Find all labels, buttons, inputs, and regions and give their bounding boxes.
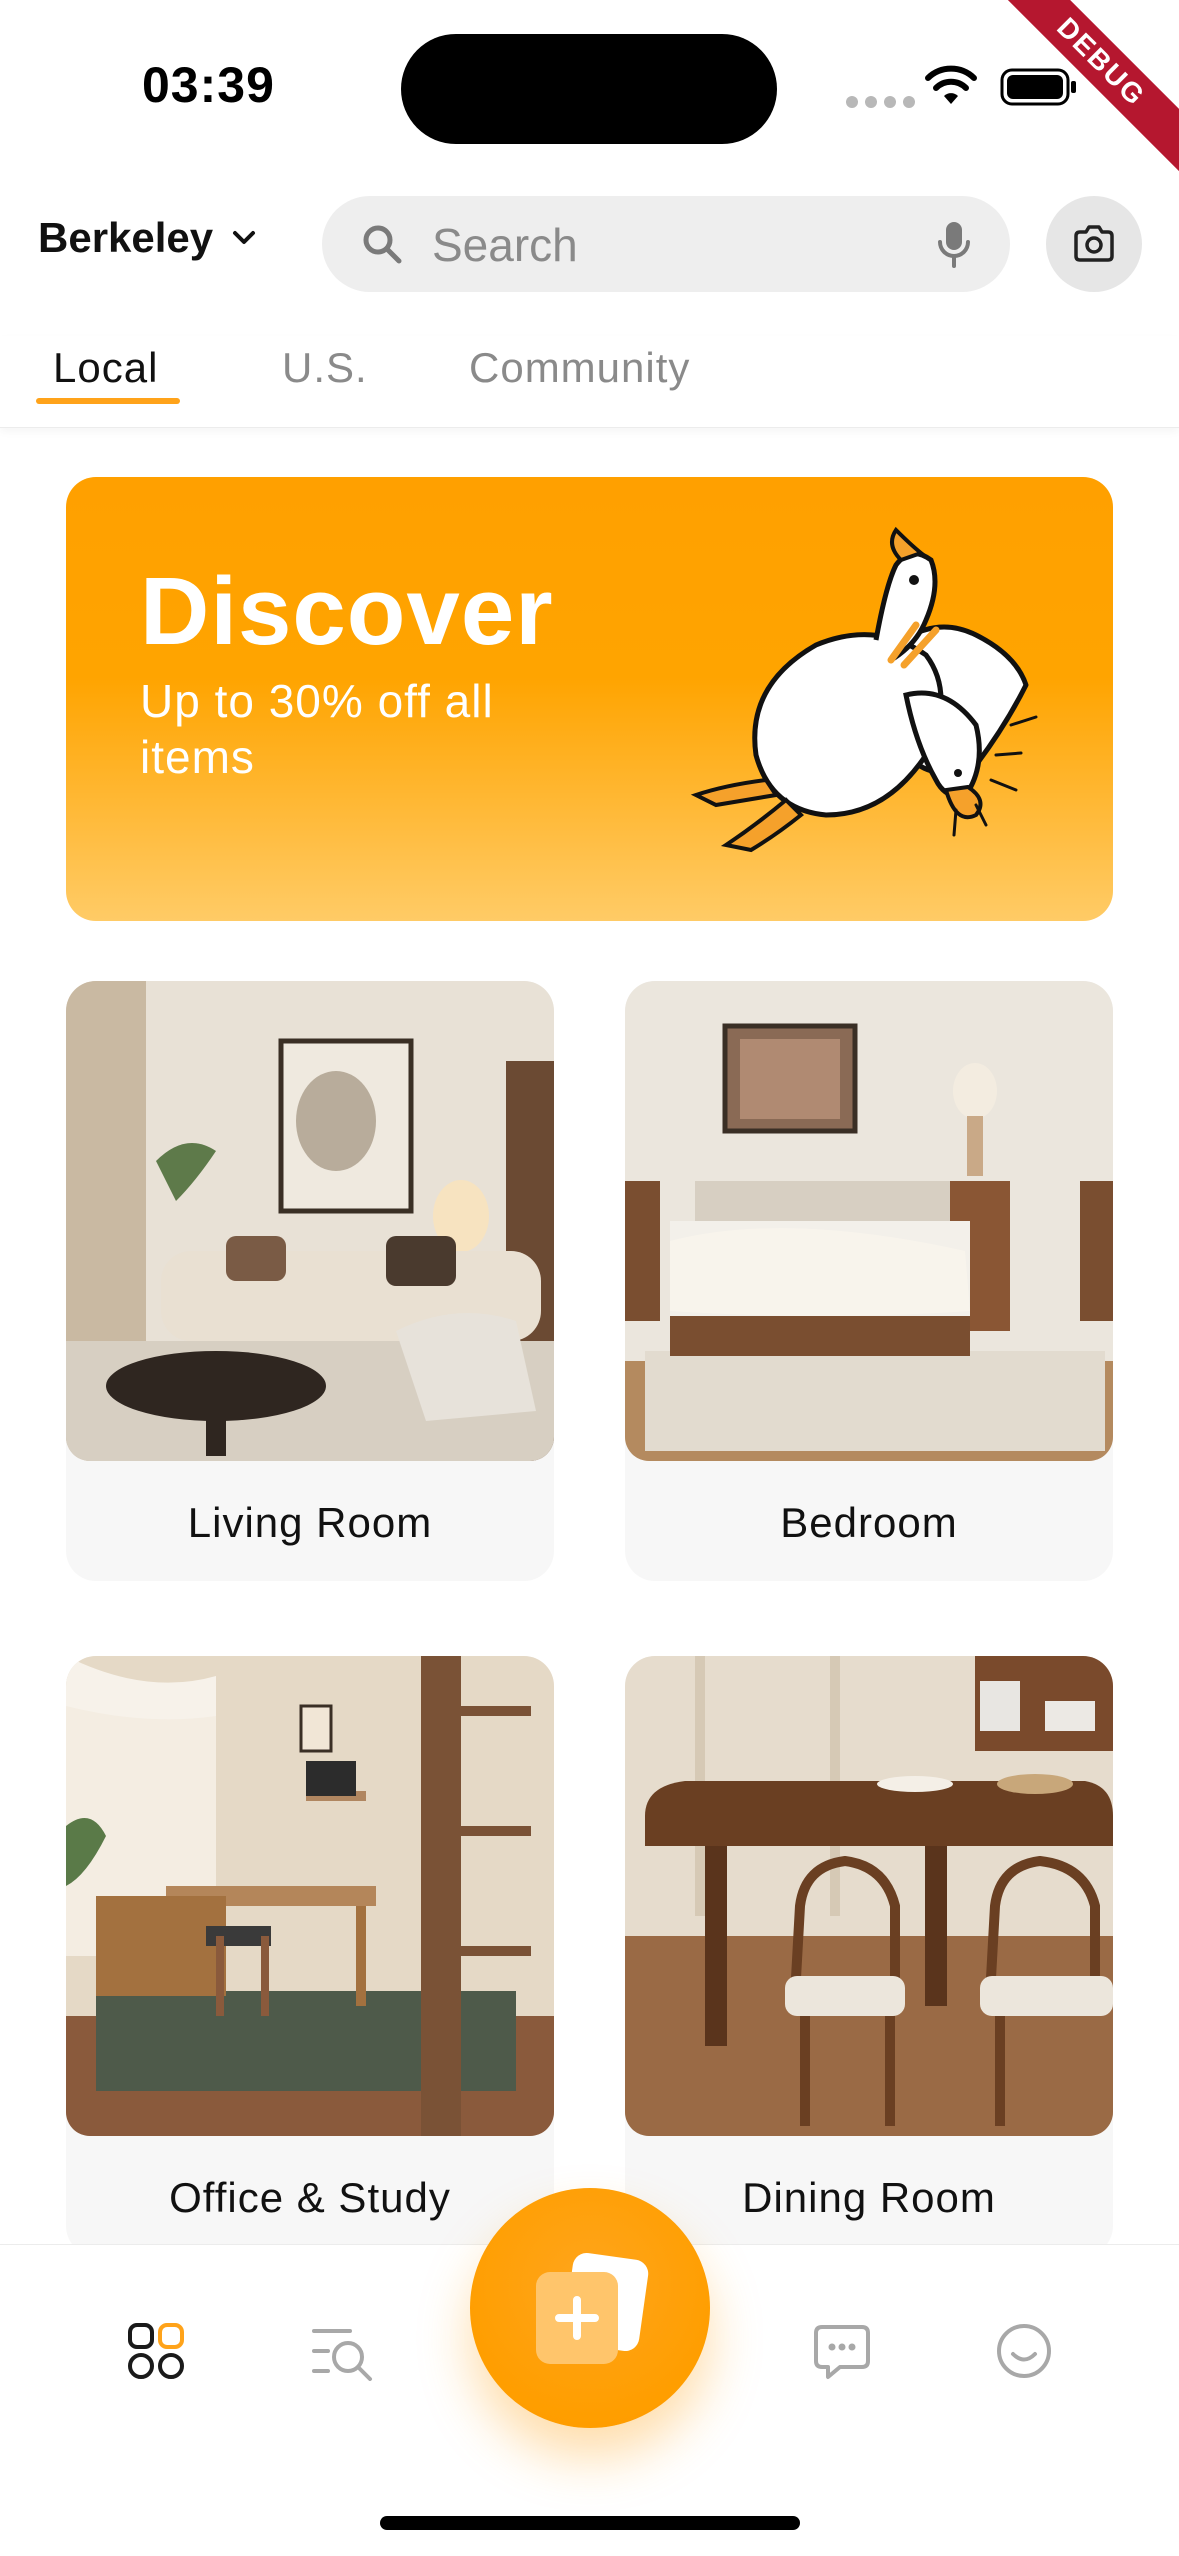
camera-icon [1074,225,1114,262]
cellular-signal-icon [846,96,915,108]
category-label: Office & Study [169,2174,451,2221]
search-placeholder: Search [432,219,578,271]
bedroom-image [625,981,1113,1461]
living-room-image [66,981,554,1461]
location-selector[interactable]: Berkeley [38,214,261,262]
dining-room-image [625,1656,1113,2136]
feed-tabs: Local U.S. Community [0,336,1179,428]
tab-community[interactable]: Community [469,344,690,392]
search-input[interactable]: Search [322,196,1010,292]
status-time: 03:39 [142,57,275,113]
battery-icon [1000,68,1076,106]
category-card-office-study[interactable]: Office & Study [66,1656,554,2256]
category-card-living-room[interactable]: Living Room [66,981,554,1581]
dynamic-island [401,34,777,144]
chat-icon[interactable] [812,2321,872,2381]
add-post-icon [536,2252,649,2364]
search-icon [363,225,402,264]
tab-us[interactable]: U.S. [282,344,368,392]
camera-search-button[interactable] [1046,196,1142,292]
category-label: Living Room [187,1499,433,1546]
location-name: Berkeley [38,214,214,261]
add-post-button[interactable] [470,2188,710,2428]
active-tab-indicator [36,398,180,404]
home-indicator [380,2516,800,2530]
tab-local[interactable]: Local [53,344,158,392]
category-label: Dining Room [742,2174,996,2221]
wifi-icon [925,65,977,104]
chevron-down-icon [233,231,256,244]
profile-smile-icon[interactable] [994,2321,1054,2381]
microphone-icon[interactable] [936,220,972,270]
discover-banner[interactable]: Discover Up to 30% off all items [66,477,1113,921]
category-label: Bedroom [780,1499,958,1546]
home-grid-icon[interactable] [126,2321,186,2381]
office-study-image [66,1656,554,2136]
category-card-dining-room[interactable]: Dining Room [625,1656,1113,2256]
search-list-icon[interactable] [310,2321,376,2381]
banner-title: Discover [140,558,554,665]
goose-pillow-illustration [690,526,1038,853]
banner-subtitle: Up to 30% off all items [140,675,494,783]
category-card-bedroom[interactable]: Bedroom [625,981,1113,1581]
status-bar: 03:39 DEBUG [0,0,1179,184]
